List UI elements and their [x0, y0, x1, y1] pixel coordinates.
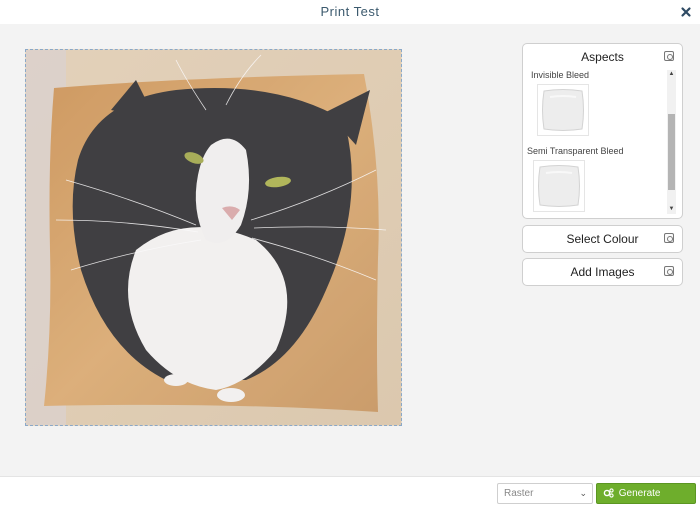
print-preview-canvas[interactable] — [25, 49, 402, 426]
aspect-item-invisible-bleed[interactable]: Invisible Bleed — [527, 70, 667, 136]
footer-bar — [0, 476, 700, 508]
generate-artwork-button[interactable]: Generate Artwork — [596, 483, 696, 508]
window-title: Print Test — [320, 4, 380, 19]
cogs-icon — [603, 488, 614, 498]
workspace: Aspects Invisible Bleed Semi Transparent… — [0, 24, 700, 476]
chevron-down-icon: ⌄ — [579, 488, 587, 498]
panel-toggle-icon[interactable] — [664, 51, 674, 61]
aspects-panel: Aspects Invisible Bleed Semi Transparent… — [522, 43, 683, 219]
panel-toggle-icon[interactable] — [664, 233, 674, 243]
add-images-title: Add Images — [570, 265, 635, 279]
output-mode-value: Raster — [504, 488, 534, 499]
aspect-label: Invisible Bleed — [531, 70, 590, 80]
aspects-title: Aspects — [581, 50, 624, 64]
select-colour-header[interactable]: Select Colour — [523, 226, 682, 252]
select-colour-title: Select Colour — [566, 232, 639, 246]
close-icon[interactable] — [680, 5, 692, 17]
output-mode-select[interactable]: Raster ⌄ — [497, 483, 593, 504]
scroll-up-icon[interactable]: ▲ — [667, 70, 676, 79]
pillow-thumbnail[interactable] — [537, 84, 589, 136]
scroll-thumb[interactable] — [668, 114, 675, 190]
aspects-scrollbar[interactable]: ▲ ▼ — [667, 70, 676, 214]
add-images-panel[interactable]: Add Images — [522, 258, 683, 286]
title-bar: Print Test — [0, 0, 700, 24]
aspects-header[interactable]: Aspects — [523, 44, 682, 70]
panel-toggle-icon[interactable] — [664, 266, 674, 276]
aspect-item-semi-transparent-bleed[interactable]: Semi Transparent Bleed — [527, 146, 667, 212]
pillow-thumbnail[interactable] — [533, 160, 585, 212]
aspect-label: Semi Transparent Bleed — [527, 146, 624, 156]
select-colour-panel[interactable]: Select Colour — [522, 225, 683, 253]
cushion-cat-image — [26, 50, 401, 425]
aspects-list: Invisible Bleed Semi Transparent Bleed — [527, 70, 667, 214]
add-images-header[interactable]: Add Images — [523, 259, 682, 285]
scroll-down-icon[interactable]: ▼ — [667, 205, 676, 214]
